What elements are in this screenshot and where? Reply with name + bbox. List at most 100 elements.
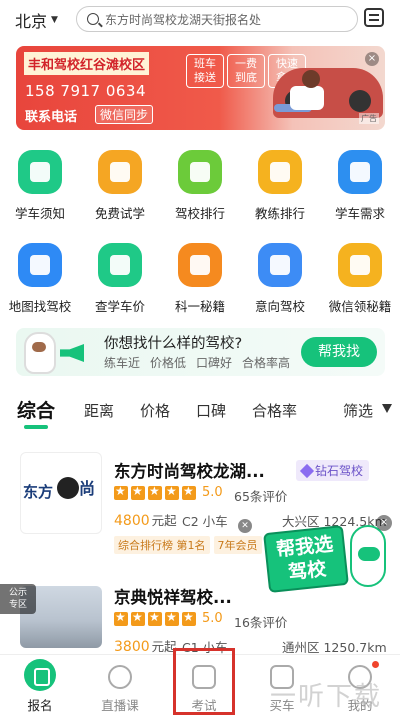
live-play-icon bbox=[108, 665, 132, 689]
price-icon bbox=[98, 243, 142, 287]
banner-close-icon[interactable]: × bbox=[365, 52, 379, 66]
sort-tabs: 综合 距离 价格 口碑 合格率 筛选 bbox=[0, 394, 400, 430]
school-logo: 东方 尚 bbox=[20, 452, 102, 534]
pen-book-icon bbox=[178, 243, 222, 287]
exam-tab-highlight bbox=[173, 648, 235, 715]
tab-reputation[interactable]: 口碑 bbox=[196, 400, 226, 421]
mascot-icon bbox=[350, 525, 386, 587]
price-value: 4800 bbox=[114, 513, 150, 529]
star-icon bbox=[148, 484, 162, 500]
grid-item-free-trial[interactable]: 免费试学 bbox=[80, 150, 160, 243]
book-icon bbox=[338, 243, 382, 287]
school-tag: 综合排行榜 第1名 bbox=[114, 536, 210, 554]
grid-item-subject-one[interactable]: 科一秘籍 bbox=[160, 243, 240, 336]
close-icon[interactable]: ✕ bbox=[238, 519, 252, 533]
public-notice-tag[interactable]: 公示 专区 bbox=[0, 584, 36, 614]
grid-item-price[interactable]: 查学车价 bbox=[80, 243, 160, 336]
grid-item-label: 微信领秘籍 bbox=[328, 299, 392, 314]
price: 3800 元起 bbox=[114, 636, 177, 655]
search-input[interactable]: 东方时尚驾校龙湖天街报名处 bbox=[76, 6, 358, 32]
grid-item-coach-ranking[interactable]: 教练排行 bbox=[240, 150, 320, 243]
grid-item-label: 学车须知 bbox=[14, 206, 65, 221]
school-name: 京典悦祥驾校... bbox=[114, 588, 232, 607]
school-tags: 综合排行榜 第1名 7年会员 bbox=[114, 536, 262, 554]
notice-icon bbox=[18, 150, 62, 194]
diamond-icon bbox=[299, 463, 315, 478]
promo-option: 价格低 bbox=[150, 356, 187, 370]
price-value: 3800 bbox=[114, 639, 150, 655]
city-selector[interactable]: 北京 ▼ bbox=[15, 8, 58, 32]
promo-option: 口碑好 bbox=[196, 356, 233, 370]
star-icon bbox=[148, 610, 162, 626]
tab-pass-rate[interactable]: 合格率 bbox=[252, 400, 297, 421]
tab-comprehensive[interactable]: 综合 bbox=[17, 396, 55, 423]
trophy-icon bbox=[178, 150, 222, 194]
floating-ad[interactable]: 帮我选驾校 × bbox=[263, 515, 392, 611]
mascot-icon bbox=[24, 332, 56, 374]
grid-item-label: 免费试学 bbox=[94, 206, 145, 221]
promo-option: 练车近 bbox=[104, 356, 141, 370]
grid-item-label: 学车需求 bbox=[334, 206, 385, 221]
star-icon bbox=[182, 610, 196, 626]
person-illustration bbox=[274, 70, 328, 116]
ad-banner[interactable]: 丰和驾校红谷滩校区 158 7917 0634 联系电话 微信同步 班车 接送 … bbox=[16, 46, 385, 130]
tab-distance[interactable]: 距离 bbox=[84, 400, 114, 421]
rating-stars bbox=[114, 610, 196, 626]
message-icon[interactable] bbox=[364, 8, 384, 27]
nav-live-course[interactable]: 直播课 bbox=[80, 655, 160, 717]
map-icon bbox=[18, 243, 62, 287]
tab-price[interactable]: 价格 bbox=[140, 400, 170, 421]
promo-question: 你想找什么样的驾校? bbox=[104, 336, 243, 352]
trial-gift-icon bbox=[98, 150, 142, 194]
star-icon bbox=[131, 610, 145, 626]
grid-item-label: 科一秘籍 bbox=[174, 299, 225, 314]
star-icon bbox=[165, 484, 179, 500]
grid-item-favorite-school[interactable]: 意向驾校 bbox=[240, 243, 320, 336]
diamond-school-badge: 钻石驾校 bbox=[296, 460, 370, 481]
star-icon bbox=[114, 484, 128, 500]
review-count: 16条评价 bbox=[234, 615, 288, 630]
grid-item-label: 查学车价 bbox=[94, 299, 145, 314]
school-tag: 7年会员 bbox=[213, 536, 262, 554]
rating-stars bbox=[114, 484, 196, 500]
banner-title: 丰和驾校红谷滩校区 bbox=[24, 52, 150, 75]
star-icon bbox=[114, 610, 128, 626]
search-placeholder: 东方时尚驾校龙湖天街报名处 bbox=[105, 12, 262, 27]
badge-label: 钻石驾校 bbox=[315, 464, 364, 478]
grid-item-requirements[interactable]: 学车需求 bbox=[320, 150, 400, 243]
rating-score: 5.0 bbox=[202, 485, 223, 500]
school-name: 东方时尚驾校龙湖... bbox=[114, 462, 265, 481]
star-icon bbox=[258, 243, 302, 287]
grid-item-label: 驾校排行 bbox=[174, 206, 225, 221]
grid-item-map[interactable]: 地图找驾校 bbox=[0, 243, 80, 336]
coach-icon bbox=[258, 150, 302, 194]
grid-item-school-ranking[interactable]: 驾校排行 bbox=[160, 150, 240, 243]
nav-label: 直播课 bbox=[101, 698, 139, 713]
star-icon bbox=[182, 484, 196, 500]
city-label: 北京 bbox=[15, 12, 48, 31]
price-unit: 元起 bbox=[151, 513, 177, 528]
active-tab-indicator bbox=[24, 425, 48, 429]
signup-icon bbox=[24, 659, 56, 691]
grid-item-label: 意向驾校 bbox=[254, 299, 305, 314]
nav-signup[interactable]: 报名 bbox=[0, 655, 80, 717]
find-for-me-button[interactable]: 帮我找 bbox=[301, 337, 377, 367]
find-school-promo: 你想找什么样的驾校? 练车近 价格低 口碑好 合格率高 帮我找 bbox=[16, 328, 385, 376]
grid-item-wechat-guide[interactable]: 微信领秘籍 bbox=[320, 243, 400, 336]
watermark: 一听下载 bbox=[270, 682, 383, 712]
review-count: 65条评价 bbox=[234, 489, 288, 504]
form-icon bbox=[338, 150, 382, 194]
floating-ad-close-icon[interactable]: × bbox=[376, 515, 392, 531]
banner-tag: 一费 到底 bbox=[227, 54, 265, 88]
top-bar: 北京 ▼ 东方时尚驾校龙湖天街报名处 bbox=[0, 0, 400, 38]
filter-icon[interactable] bbox=[382, 404, 392, 413]
banner-phone: 158 7917 0634 bbox=[25, 82, 147, 100]
ad-label: 广告 bbox=[359, 113, 379, 124]
grid-item-notice[interactable]: 学车须知 bbox=[0, 150, 80, 243]
license-class: C2 小车 bbox=[182, 514, 228, 529]
grid-item-label: 地图找驾校 bbox=[8, 299, 72, 314]
filter-button[interactable]: 筛选 bbox=[343, 400, 373, 421]
promo-option: 合格率高 bbox=[242, 356, 291, 370]
promo-options: 练车近 价格低 口碑好 合格率高 bbox=[104, 354, 290, 371]
floating-ad-text: 帮我选驾校 bbox=[263, 524, 349, 594]
